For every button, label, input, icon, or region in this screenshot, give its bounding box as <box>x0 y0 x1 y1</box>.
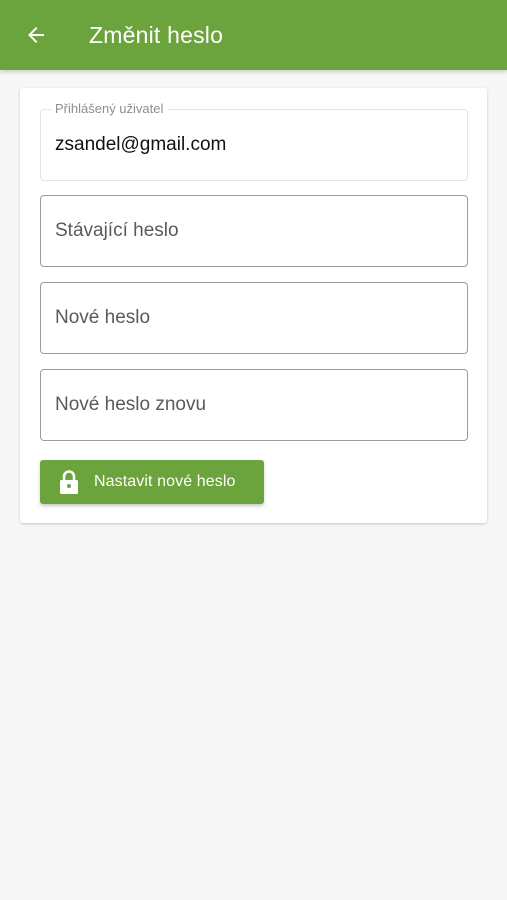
new-password-input[interactable] <box>41 283 467 353</box>
back-button[interactable] <box>18 17 54 53</box>
logged-user-value: zsandel@gmail.com <box>55 134 227 155</box>
logged-user-label: Přihlášený uživatel <box>51 101 168 116</box>
logged-user-field: Přihlášený uživatel zsandel@gmail.com <box>40 101 468 181</box>
app-bar: Změnit heslo <box>0 0 507 70</box>
page-title: Změnit heslo <box>89 22 224 48</box>
lock-icon <box>60 470 78 494</box>
current-password-field[interactable] <box>40 195 468 267</box>
new-password-repeat-input[interactable] <box>41 370 467 440</box>
new-password-repeat-field[interactable] <box>40 369 468 441</box>
arrow-left-icon <box>28 27 44 43</box>
set-new-password-button[interactable]: Nastavit nové heslo <box>40 460 264 504</box>
current-password-input[interactable] <box>41 196 467 266</box>
set-new-password-label: Nastavit nové heslo <box>94 473 236 490</box>
change-password-card: Přihlášený uživatel zsandel@gmail.com Na… <box>20 88 487 523</box>
new-password-field[interactable] <box>40 282 468 354</box>
